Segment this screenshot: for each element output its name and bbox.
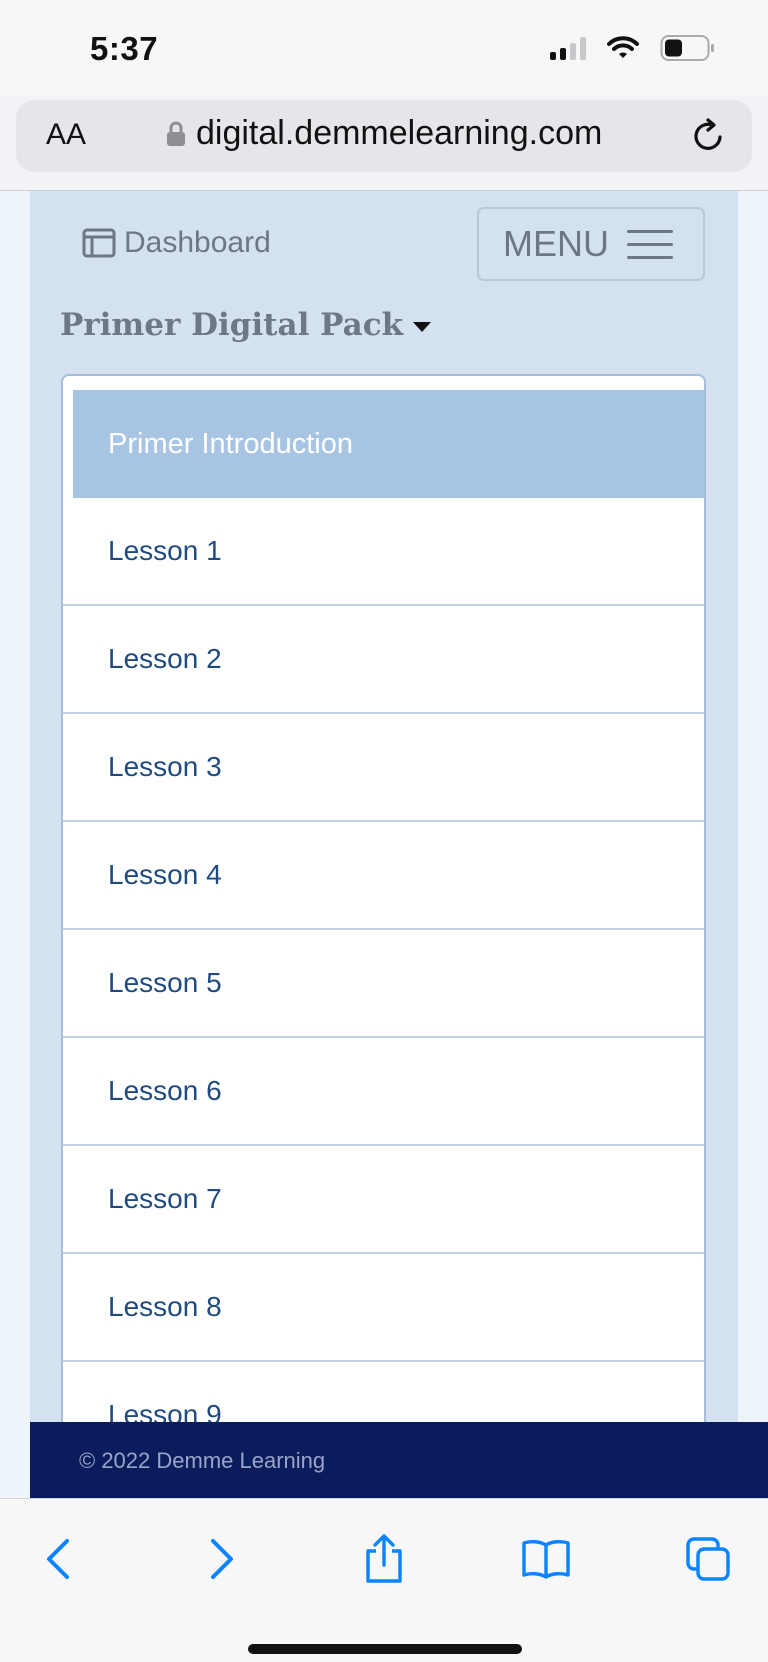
page-footer: © 2022 Demme Learning	[30, 1422, 768, 1498]
chevron-left-icon	[47, 1539, 69, 1579]
dashboard-link[interactable]: Dashboard	[82, 226, 271, 260]
lesson-item[interactable]: Lesson 4	[63, 822, 704, 930]
lock-icon	[167, 121, 185, 146]
web-content: Dashboard MENU Primer Digital Pack Prime…	[0, 191, 768, 1497]
forward-button[interactable]	[184, 1521, 260, 1597]
browser-toolbar	[0, 1498, 768, 1662]
menu-label: MENU	[503, 223, 609, 264]
menu-button[interactable]: MENU	[477, 207, 705, 281]
lesson-item[interactable]: Lesson 2	[63, 606, 704, 714]
lesson-item[interactable]: Lesson 7	[63, 1146, 704, 1254]
tabs-button[interactable]	[670, 1521, 746, 1597]
cellular-signal-icon	[550, 36, 586, 60]
bookmarks-button[interactable]	[508, 1521, 584, 1597]
lesson-item[interactable]: Lesson 3	[63, 714, 704, 822]
status-bar: 5:37	[0, 0, 768, 96]
book-icon	[522, 1539, 570, 1579]
pack-selector[interactable]: Primer Digital Pack	[60, 307, 432, 343]
back-button[interactable]	[20, 1521, 96, 1597]
home-indicator	[248, 1644, 522, 1654]
text-size-button[interactable]: AA	[46, 118, 86, 152]
battery-icon	[660, 35, 714, 61]
caret-down-icon	[413, 321, 432, 332]
chevron-right-icon	[211, 1539, 233, 1579]
lesson-list: Primer Introduction Lesson 1 Lesson 2 Le…	[63, 390, 704, 1470]
dashboard-label: Dashboard	[124, 226, 271, 259]
hamburger-icon	[627, 229, 673, 259]
lesson-item[interactable]: Lesson 6	[63, 1038, 704, 1146]
lesson-item-primer-introduction[interactable]: Primer Introduction	[73, 390, 704, 498]
content-panel: Dashboard MENU Primer Digital Pack Prime…	[30, 191, 738, 1497]
lesson-list-box: Primer Introduction Lesson 1 Lesson 2 Le…	[61, 374, 706, 1497]
status-time: 5:37	[90, 30, 159, 67]
share-button[interactable]	[346, 1521, 422, 1597]
share-icon	[366, 1534, 402, 1583]
window-icon	[82, 228, 116, 258]
lesson-item[interactable]: Lesson 5	[63, 930, 704, 1038]
address-bar[interactable]: AA digital.demmelearning.com	[16, 100, 752, 172]
copyright-text: © 2022 Demme Learning	[79, 1448, 326, 1473]
pack-title: Primer Digital Pack	[60, 307, 404, 343]
status-icons	[550, 34, 716, 62]
tabs-icon	[686, 1537, 730, 1581]
url-text: digital.demmelearning.com	[196, 114, 603, 152]
lesson-item[interactable]: Lesson 1	[63, 498, 704, 606]
url-field[interactable]: digital.demmelearning.com	[166, 114, 602, 153]
reload-icon[interactable]	[690, 118, 726, 154]
wifi-icon	[607, 36, 639, 58]
lesson-item[interactable]: Lesson 8	[63, 1254, 704, 1362]
